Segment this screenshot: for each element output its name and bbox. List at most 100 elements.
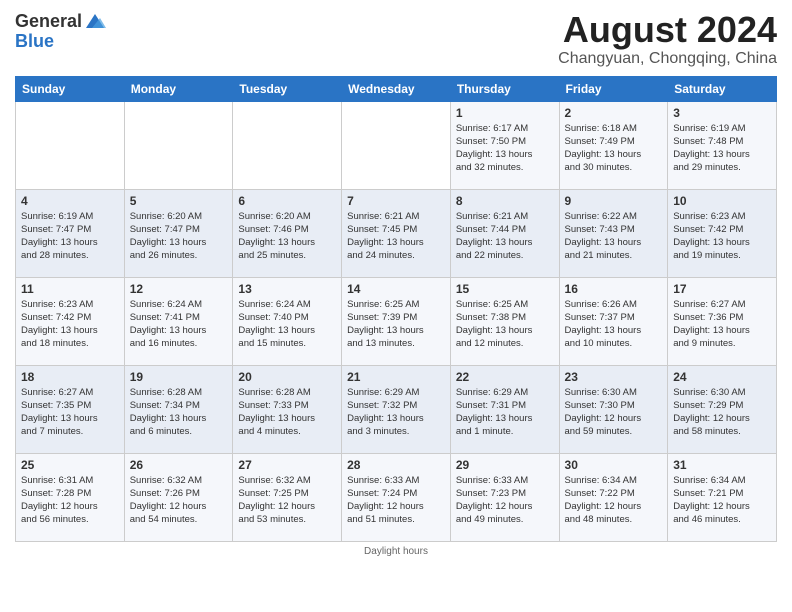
table-row: 15 Sunrise: 6:25 AM Sunset: 7:38 PM Dayli… — [450, 277, 559, 365]
day-number: 12 — [130, 282, 228, 296]
day-info: Sunrise: 6:20 AM Sunset: 7:46 PM Dayligh… — [238, 210, 336, 263]
day-info: Sunrise: 6:31 AM Sunset: 7:28 PM Dayligh… — [21, 474, 119, 527]
day-number: 22 — [456, 370, 554, 384]
table-row: 8 Sunrise: 6:21 AM Sunset: 7:44 PM Daylig… — [450, 189, 559, 277]
day-info: Sunrise: 6:23 AM Sunset: 7:42 PM Dayligh… — [673, 210, 771, 263]
header-wednesday: Wednesday — [342, 76, 451, 101]
day-info: Sunrise: 6:28 AM Sunset: 7:33 PM Dayligh… — [238, 386, 336, 439]
table-row: 20 Sunrise: 6:28 AM Sunset: 7:33 PM Dayli… — [233, 365, 342, 453]
day-info: Sunrise: 6:30 AM Sunset: 7:29 PM Dayligh… — [673, 386, 771, 439]
calendar-week-row: 4 Sunrise: 6:19 AM Sunset: 7:47 PM Daylig… — [16, 189, 777, 277]
day-number: 8 — [456, 194, 554, 208]
day-number: 20 — [238, 370, 336, 384]
day-number: 25 — [21, 458, 119, 472]
header-tuesday: Tuesday — [233, 76, 342, 101]
footer: Daylight hours — [15, 546, 777, 557]
header: General Blue August 2024 Changyuan, Chon… — [15, 10, 777, 68]
table-row — [233, 101, 342, 189]
table-row: 29Sunrise: 6:33 AM Sunset: 7:23 PM Dayli… — [450, 453, 559, 541]
day-number: 13 — [238, 282, 336, 296]
daylight-label: Daylight hours — [364, 546, 428, 557]
table-row: 18 Sunrise: 6:27 AM Sunset: 7:35 PM Dayli… — [16, 365, 125, 453]
day-number: 17 — [673, 282, 771, 296]
day-number: 1 — [456, 106, 554, 120]
day-info: Sunrise: 6:19 AM Sunset: 7:47 PM Dayligh… — [21, 210, 119, 263]
day-info: Sunrise: 6:34 AM Sunset: 7:21 PM Dayligh… — [673, 474, 771, 527]
day-info: Sunrise: 6:24 AM Sunset: 7:41 PM Dayligh… — [130, 298, 228, 351]
calendar-subtitle: Changyuan, Chongqing, China — [558, 50, 777, 68]
table-row: 5 Sunrise: 6:20 AM Sunset: 7:47 PM Daylig… — [124, 189, 233, 277]
calendar-week-row: 11 Sunrise: 6:23 AM Sunset: 7:42 PM Dayli… — [16, 277, 777, 365]
calendar-week-row: 1 Sunrise: 6:17 AM Sunset: 7:50 PM Daylig… — [16, 101, 777, 189]
day-info: Sunrise: 6:32 AM Sunset: 7:26 PM Dayligh… — [130, 474, 228, 527]
day-number: 18 — [21, 370, 119, 384]
day-number: 5 — [130, 194, 228, 208]
logo-icon — [84, 10, 106, 32]
day-info: Sunrise: 6:32 AM Sunset: 7:25 PM Dayligh… — [238, 474, 336, 527]
day-number: 30 — [565, 458, 663, 472]
day-number: 31 — [673, 458, 771, 472]
table-row: 27 Sunrise: 6:32 AM Sunset: 7:25 PM Dayli… — [233, 453, 342, 541]
day-info: Sunrise: 6:25 AM Sunset: 7:38 PM Dayligh… — [456, 298, 554, 351]
header-saturday: Saturday — [668, 76, 777, 101]
header-friday: Friday — [559, 76, 668, 101]
header-monday: Monday — [124, 76, 233, 101]
table-row: 17 Sunrise: 6:27 AM Sunset: 7:36 PM Dayli… — [668, 277, 777, 365]
table-row: 14Sunrise: 6:25 AM Sunset: 7:39 PM Dayli… — [342, 277, 451, 365]
table-row: 26 Sunrise: 6:32 AM Sunset: 7:26 PM Dayli… — [124, 453, 233, 541]
table-row — [16, 101, 125, 189]
day-info: Sunrise: 6:33 AM Sunset: 7:24 PM Dayligh… — [347, 474, 445, 527]
day-info: Sunrise: 6:20 AM Sunset: 7:47 PM Dayligh… — [130, 210, 228, 263]
day-info: Sunrise: 6:25 AM Sunset: 7:39 PM Dayligh… — [347, 298, 445, 351]
day-number: 15 — [456, 282, 554, 296]
page: General Blue August 2024 Changyuan, Chon… — [0, 0, 792, 567]
table-row: 4 Sunrise: 6:19 AM Sunset: 7:47 PM Daylig… — [16, 189, 125, 277]
title-block: August 2024 Changyuan, Chongqing, China — [558, 10, 777, 68]
day-number: 6 — [238, 194, 336, 208]
table-row: 6 Sunrise: 6:20 AM Sunset: 7:46 PM Daylig… — [233, 189, 342, 277]
day-info: Sunrise: 6:27 AM Sunset: 7:36 PM Dayligh… — [673, 298, 771, 351]
day-number: 27 — [238, 458, 336, 472]
table-row: 7 Sunrise: 6:21 AM Sunset: 7:45 PM Daylig… — [342, 189, 451, 277]
table-row: 21Sunrise: 6:29 AM Sunset: 7:32 PM Dayli… — [342, 365, 451, 453]
day-info: Sunrise: 6:22 AM Sunset: 7:43 PM Dayligh… — [565, 210, 663, 263]
logo-general-text: General — [15, 12, 82, 30]
calendar-week-row: 25 Sunrise: 6:31 AM Sunset: 7:28 PM Dayli… — [16, 453, 777, 541]
day-info: Sunrise: 6:27 AM Sunset: 7:35 PM Dayligh… — [21, 386, 119, 439]
day-number: 11 — [21, 282, 119, 296]
day-number: 16 — [565, 282, 663, 296]
day-info: Sunrise: 6:19 AM Sunset: 7:48 PM Dayligh… — [673, 122, 771, 175]
day-number: 26 — [130, 458, 228, 472]
day-number: 4 — [21, 194, 119, 208]
table-row: 30 Sunrise: 6:34 AM Sunset: 7:22 PM Dayli… — [559, 453, 668, 541]
table-row: 12 Sunrise: 6:24 AM Sunset: 7:41 PM Dayli… — [124, 277, 233, 365]
day-number: 23 — [565, 370, 663, 384]
table-row: 24 Sunrise: 6:30 AM Sunset: 7:29 PM Dayli… — [668, 365, 777, 453]
table-row: 31 Sunrise: 6:34 AM Sunset: 7:21 PM Dayli… — [668, 453, 777, 541]
calendar-title: August 2024 — [558, 10, 777, 50]
table-row: 28Sunrise: 6:33 AM Sunset: 7:24 PM Dayli… — [342, 453, 451, 541]
day-number: 19 — [130, 370, 228, 384]
day-number: 3 — [673, 106, 771, 120]
table-row: 16 Sunrise: 6:26 AM Sunset: 7:37 PM Dayli… — [559, 277, 668, 365]
weekday-header-row: Sunday Monday Tuesday Wednesday Thursday… — [16, 76, 777, 101]
day-number: 7 — [347, 194, 445, 208]
logo: General Blue — [15, 10, 106, 52]
calendar-week-row: 18 Sunrise: 6:27 AM Sunset: 7:35 PM Dayli… — [16, 365, 777, 453]
day-info: Sunrise: 6:21 AM Sunset: 7:45 PM Dayligh… — [347, 210, 445, 263]
table-row: 2Sunrise: 6:18 AM Sunset: 7:49 PM Daylig… — [559, 101, 668, 189]
day-info: Sunrise: 6:28 AM Sunset: 7:34 PM Dayligh… — [130, 386, 228, 439]
day-info: Sunrise: 6:26 AM Sunset: 7:37 PM Dayligh… — [565, 298, 663, 351]
day-number: 24 — [673, 370, 771, 384]
day-info: Sunrise: 6:23 AM Sunset: 7:42 PM Dayligh… — [21, 298, 119, 351]
table-row: 19 Sunrise: 6:28 AM Sunset: 7:34 PM Dayli… — [124, 365, 233, 453]
day-number: 10 — [673, 194, 771, 208]
day-info: Sunrise: 6:21 AM Sunset: 7:44 PM Dayligh… — [456, 210, 554, 263]
day-info: Sunrise: 6:29 AM Sunset: 7:31 PM Dayligh… — [456, 386, 554, 439]
table-row: 13Sunrise: 6:24 AM Sunset: 7:40 PM Dayli… — [233, 277, 342, 365]
day-info: Sunrise: 6:17 AM Sunset: 7:50 PM Dayligh… — [456, 122, 554, 175]
day-info: Sunrise: 6:34 AM Sunset: 7:22 PM Dayligh… — [565, 474, 663, 527]
day-number: 9 — [565, 194, 663, 208]
calendar-table: Sunday Monday Tuesday Wednesday Thursday… — [15, 76, 777, 542]
table-row: 23Sunrise: 6:30 AM Sunset: 7:30 PM Dayli… — [559, 365, 668, 453]
